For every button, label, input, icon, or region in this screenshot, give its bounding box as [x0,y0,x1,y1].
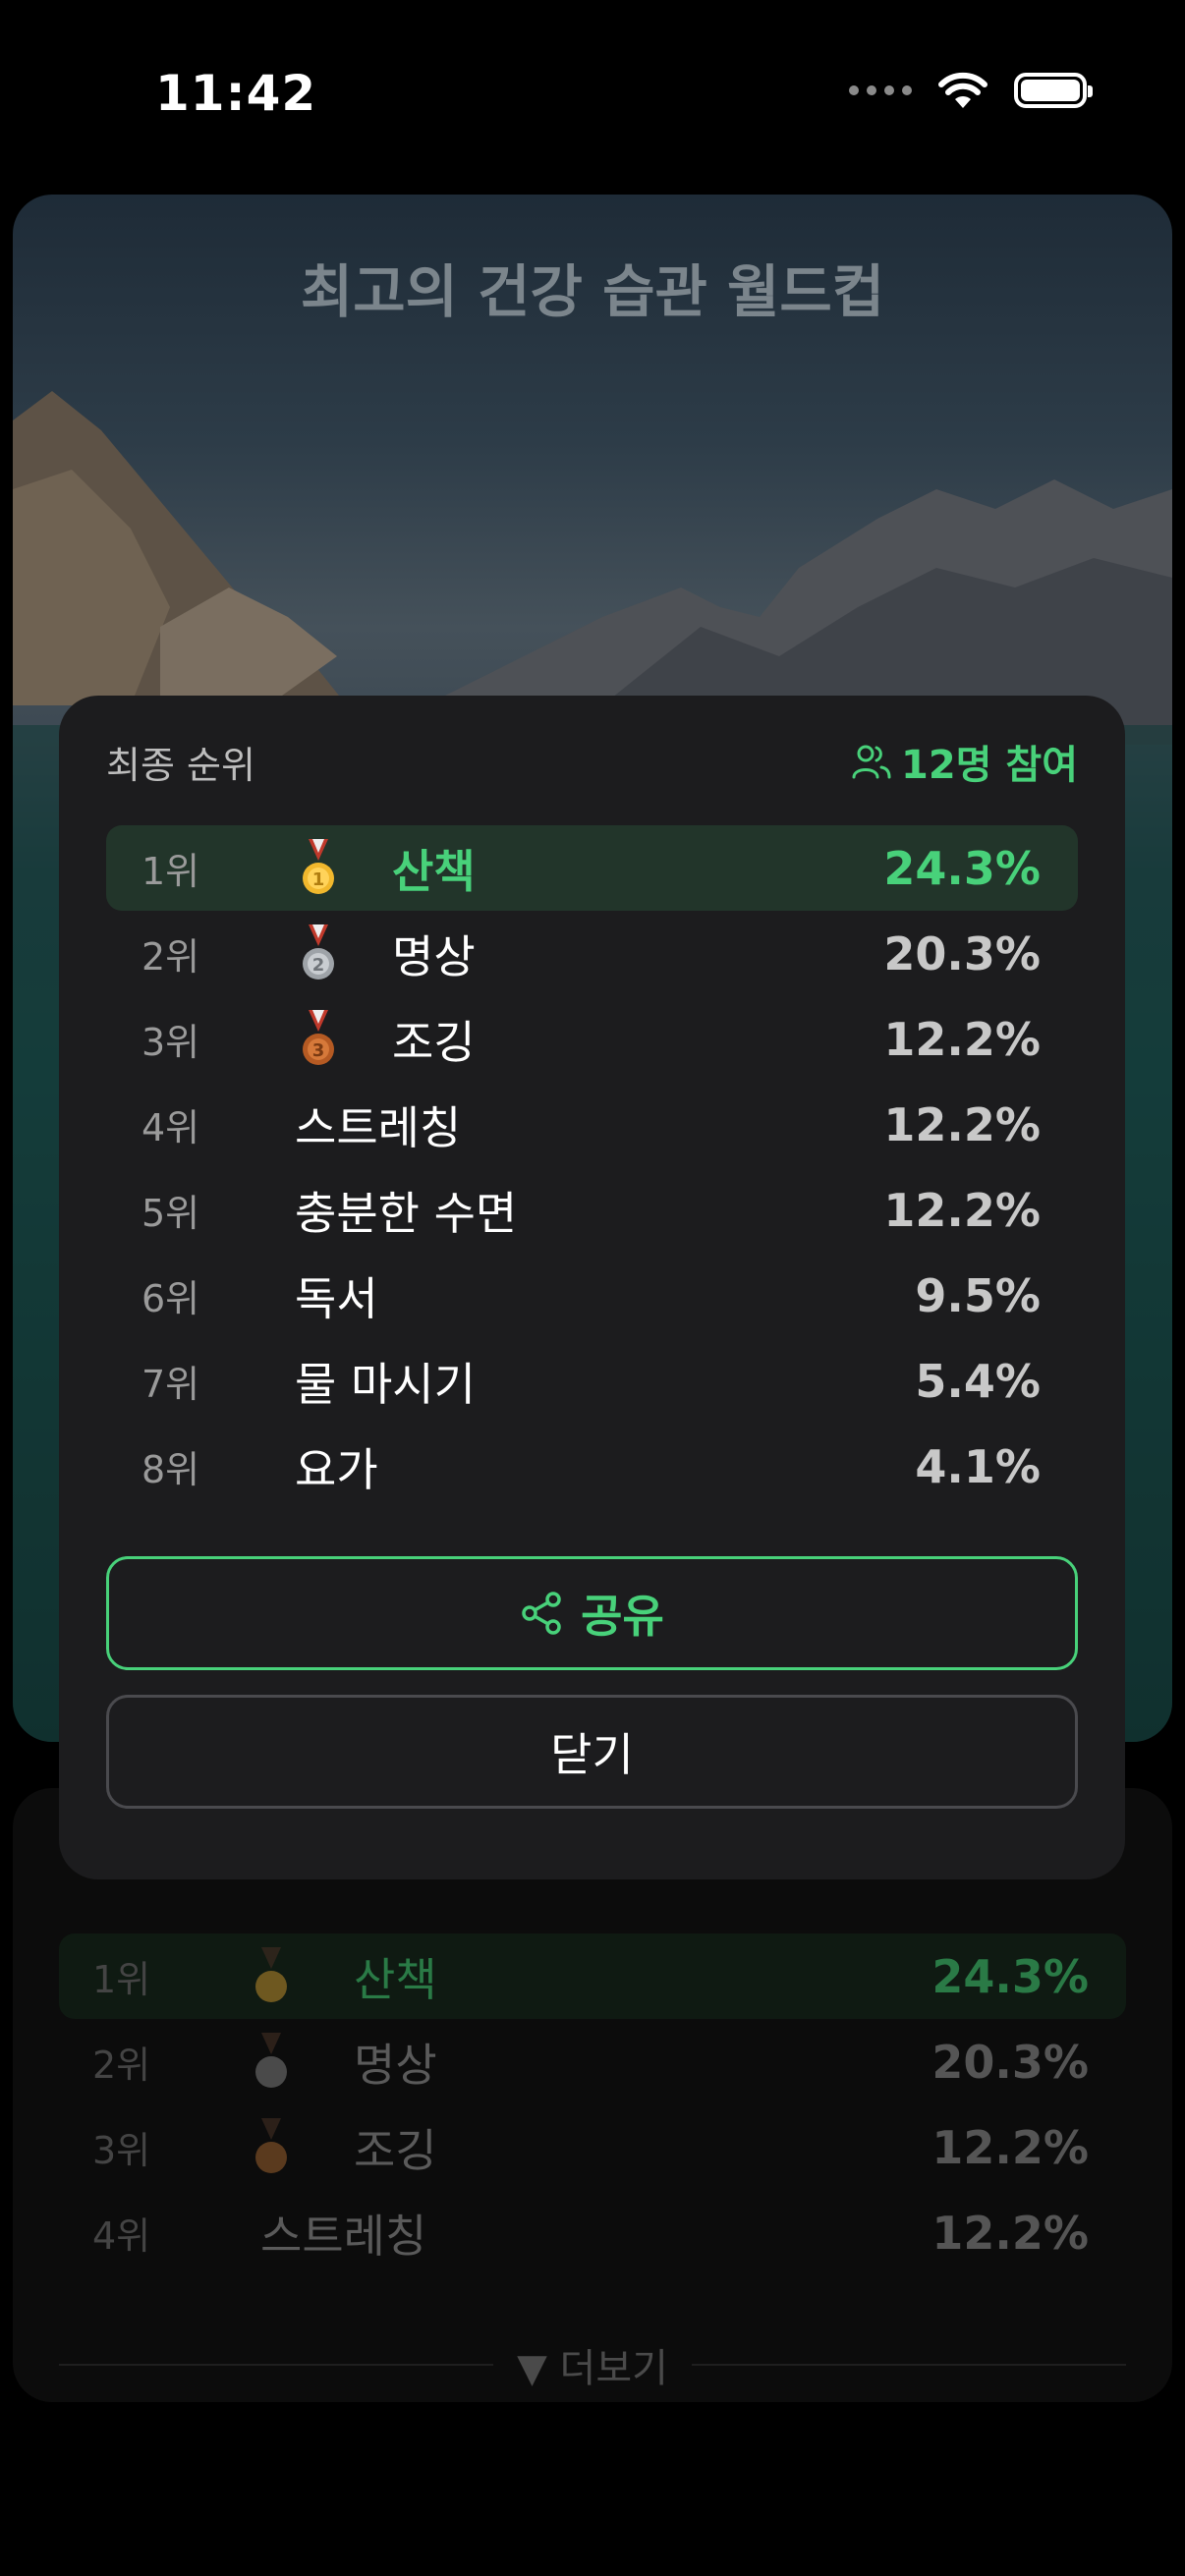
list-item: 3위 조깅 12.2% [59,2104,1126,2190]
hero-title: 최고의 건강 습관 월드컵 [300,258,885,325]
item-name: 요가 [295,1442,378,1496]
item-percent: 24.3% [931,1949,1089,2003]
item-name: 물 마시기 [295,1357,476,1411]
background-ranking-panel: 1위 산책 24.3% 2위 명상 20.3% 3위 조깅 12.2% 4위 스… [13,1788,1172,2402]
item-name: 조깅 [392,1015,476,1069]
status-icons [849,71,1093,110]
rank-label: 8위 [141,1448,200,1491]
share-button[interactable]: 공유 [106,1556,1078,1670]
rank-label: 3위 [92,2129,151,2172]
item-name: 산책 [354,1952,437,2006]
item-name: 명상 [392,929,476,983]
modal-title: 최종 순위 [106,744,255,787]
rank-label: 3위 [141,1021,200,1064]
item-percent: 20.3% [883,926,1041,980]
rank-label: 4위 [92,2214,151,2258]
gold-medal-icon [255,1947,287,2002]
list-item: 7위 물 마시기 5.4% [106,1338,1078,1424]
rank-label: 1위 [92,1958,151,2001]
silver-medal-icon: 2 [303,924,334,980]
participants-label: 12명 참여 [901,743,1078,788]
list-item: 4위 스트레칭 12.2% [59,2190,1126,2275]
item-percent: 12.2% [883,1012,1041,1066]
close-button[interactable]: 닫기 [106,1695,1078,1809]
rank-label: 2위 [92,2044,151,2087]
svg-text:1: 1 [312,869,325,890]
list-item: 6위 독서 9.5% [106,1253,1078,1338]
item-name: 스트레칭 [295,1100,462,1154]
item-name: 충분한 수면 [295,1186,518,1240]
more-label: ▼ 더보기 [517,2346,668,2391]
rank-label: 6위 [141,1277,200,1320]
background-ranking-list: 1위 산책 24.3% 2위 명상 20.3% 3위 조깅 12.2% 4위 스… [59,1933,1126,2275]
battery-icon [1014,73,1093,108]
divider [691,2364,1127,2366]
item-percent: 12.2% [883,1097,1041,1151]
item-percent: 24.3% [883,841,1041,895]
item-percent: 9.5% [915,1268,1041,1322]
rank-label: 5위 [141,1192,200,1235]
item-name: 독서 [295,1271,378,1325]
list-item: 4위 스트레칭 12.2% [106,1082,1078,1167]
item-percent: 4.1% [915,1439,1041,1493]
list-item: 3위 3 조깅 12.2% [106,996,1078,1082]
bronze-medal-icon [255,2118,287,2173]
rank-label: 2위 [141,935,200,979]
list-item: 1위 산책 24.3% [59,1933,1126,2019]
status-bar: 11:42 [0,0,1185,187]
item-name: 조깅 [354,2123,437,2177]
status-time: 11:42 [155,65,317,122]
list-item: 2위 2 명상 20.3% [106,911,1078,996]
rank-label: 7위 [141,1363,200,1406]
share-icon [522,1592,561,1635]
divider [59,2364,494,2366]
item-percent: 12.2% [883,1183,1041,1237]
item-name: 명상 [354,2038,437,2092]
svg-text:2: 2 [312,955,325,976]
item-percent: 12.2% [931,2120,1089,2174]
gold-medal-icon: 1 [303,839,334,894]
close-label: 닫기 [550,1728,634,1781]
list-item: 5위 충분한 수면 12.2% [106,1167,1078,1253]
share-label: 공유 [581,1590,664,1643]
wifi-icon [938,72,988,108]
rank-label: 4위 [141,1106,200,1149]
svg-text:3: 3 [312,1040,325,1061]
bronze-medal-icon: 3 [303,1010,334,1065]
rank-label: 1위 [141,850,200,893]
item-name: 스트레칭 [260,2209,427,2263]
item-name: 산책 [392,844,476,898]
item-percent: 20.3% [931,2035,1089,2089]
list-item: 8위 요가 4.1% [106,1424,1078,1509]
signal-dots-icon [849,85,912,95]
silver-medal-icon [255,2033,287,2088]
ranking-list: 1위 1 산책 24.3% 2위 2 명상 20.3% 3위 3 조깅 12.2… [106,825,1078,1509]
more-toggle[interactable]: ▼ 더보기 [59,2336,1127,2393]
list-item: 1위 1 산책 24.3% [106,825,1078,911]
users-icon [852,745,891,779]
final-ranking-modal: 최종 순위 12명 참여 1위 1 산책 24.3% 2위 2 명상 20.3%… [59,696,1125,1879]
item-percent: 12.2% [931,2206,1089,2260]
list-item: 2위 명상 20.3% [59,2019,1126,2104]
item-percent: 5.4% [915,1354,1041,1408]
participants-count: 12명 참여 [852,733,1078,790]
